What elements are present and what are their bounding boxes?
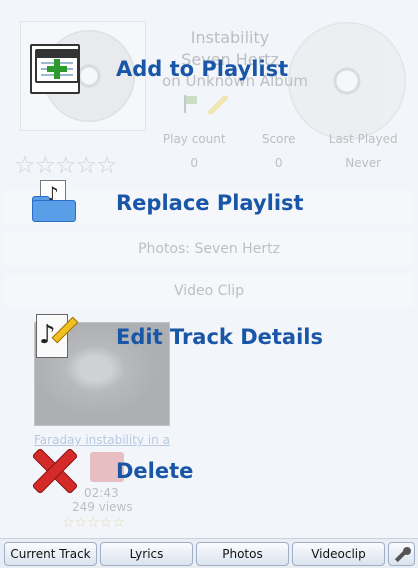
tab-current-track[interactable]: Current Track: [4, 542, 97, 566]
photos-panel-title: Photos: Seven Hertz: [138, 241, 280, 257]
add-playlist-icon: [30, 44, 80, 94]
video-rating-stars: ☆☆☆☆☆: [62, 515, 125, 531]
video-panel-title: Video Clip: [173, 283, 245, 299]
menu-add-to-playlist[interactable]: Add to Playlist: [0, 34, 418, 104]
tab-bar: Current Track Lyrics Photos Videoclip: [0, 538, 418, 568]
tab-lyrics[interactable]: Lyrics: [100, 542, 193, 566]
menu-delete-label: Delete: [116, 459, 194, 483]
edit-track-icon: ♪: [30, 312, 80, 362]
tab-photos[interactable]: Photos: [196, 542, 289, 566]
menu-add-to-playlist-label: Add to Playlist: [116, 57, 289, 81]
stat-header-score: Score: [261, 132, 296, 146]
stat-header-playcount: Play count: [162, 132, 226, 146]
delete-icon: [30, 446, 80, 496]
stat-header-lastplayed: Last Played: [328, 132, 398, 146]
menu-edit-track-details-label: Edit Track Details: [116, 325, 323, 349]
settings-button[interactable]: [388, 542, 415, 566]
tab-videoclip[interactable]: Videoclip: [292, 542, 385, 566]
menu-replace-playlist[interactable]: ♪ Replace Playlist: [0, 168, 418, 238]
menu-delete[interactable]: Delete: [0, 436, 418, 506]
replace-playlist-icon: ♪: [30, 178, 80, 228]
menu-edit-track-details[interactable]: ♪ Edit Track Details: [0, 302, 418, 372]
menu-replace-playlist-label: Replace Playlist: [116, 191, 304, 215]
